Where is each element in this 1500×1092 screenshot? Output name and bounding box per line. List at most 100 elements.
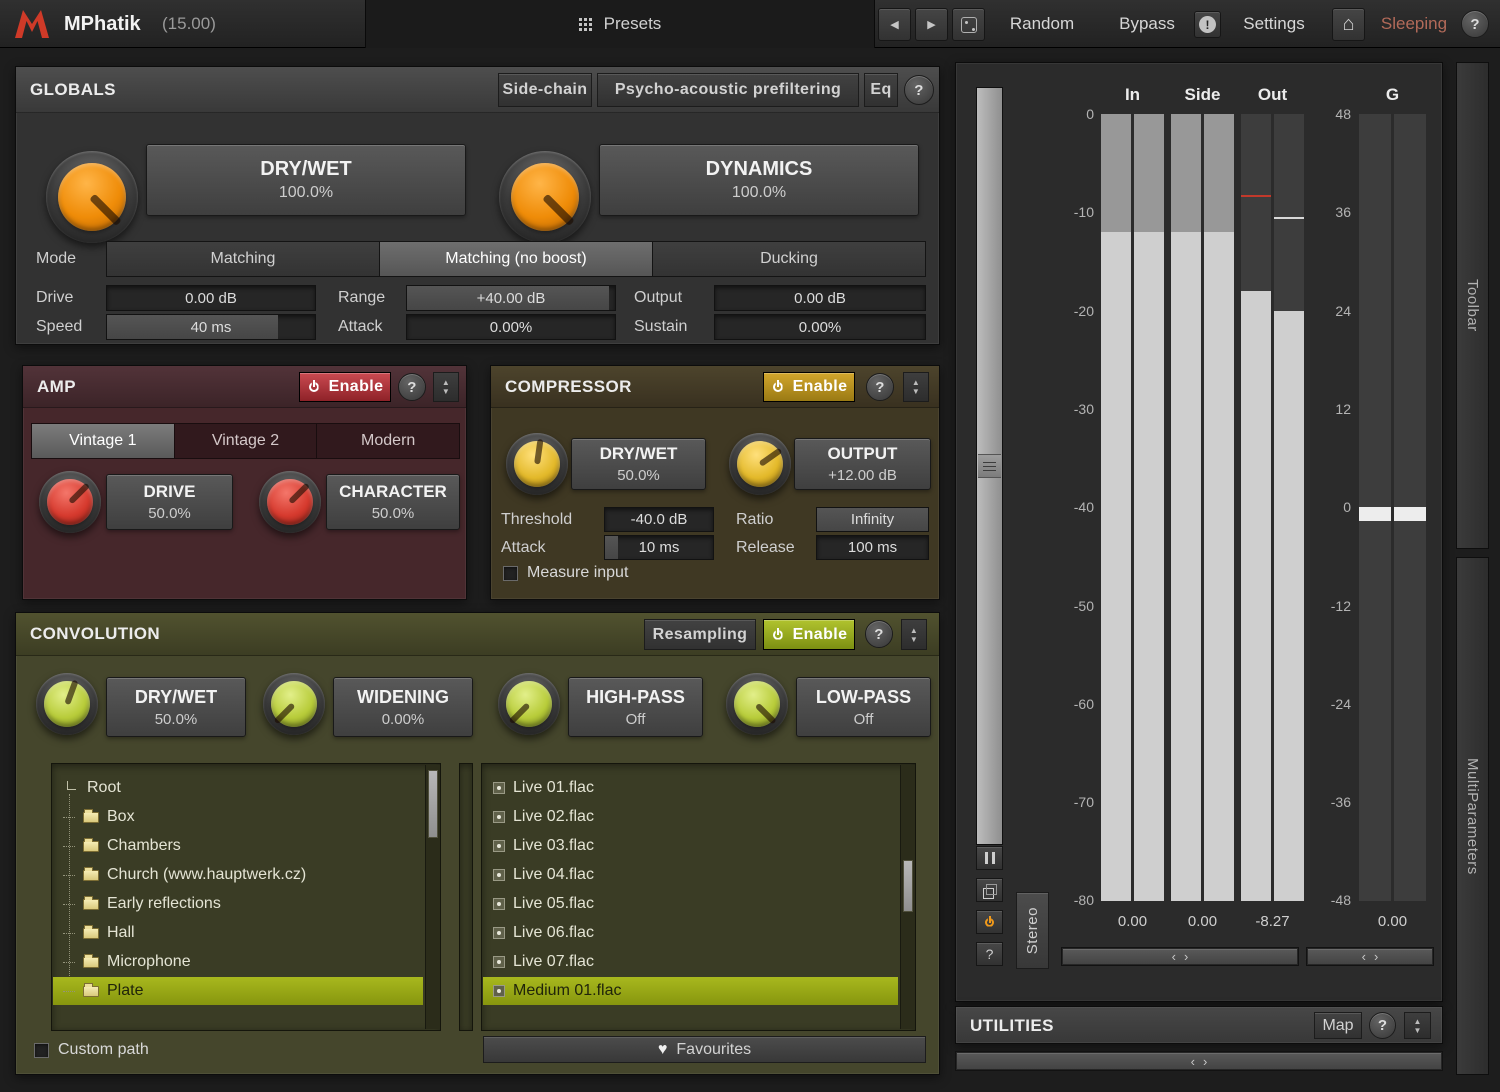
highpass-knob[interactable] <box>498 673 560 735</box>
compressor-drywet-knob[interactable] <box>506 433 568 495</box>
threshold-value[interactable]: -40.0 dB <box>604 507 714 532</box>
utilities-help-button[interactable]: ? <box>1369 1012 1396 1039</box>
comp-attack-value[interactable]: 10 ms <box>604 535 714 560</box>
psycho-acoustic-button[interactable]: Psycho-acoustic prefiltering <box>597 73 859 107</box>
tab-vintage-2[interactable]: Vintage 2 <box>175 424 318 458</box>
meter-power-button[interactable] <box>976 910 1003 934</box>
toolbar-strip[interactable]: Toolbar <box>1456 62 1489 549</box>
amp-enable-button[interactable]: Enable <box>299 372 391 402</box>
tree-scrollbar-thumb[interactable] <box>428 770 438 838</box>
attack-value[interactable]: 0.00% <box>406 314 616 340</box>
meter-popup-button[interactable] <box>976 878 1003 902</box>
tab-modern[interactable]: Modern <box>317 424 459 458</box>
tree-scrollbar[interactable] <box>425 765 440 1029</box>
mode-matching-no-boost[interactable]: Matching (no boost) <box>380 242 653 276</box>
eq-button[interactable]: Eq <box>864 73 898 107</box>
file-item-live-03[interactable]: Live 03.flac <box>483 832 898 860</box>
gain-h-scrollbar[interactable]: ‹ › <box>1306 947 1434 966</box>
mode-matching[interactable]: Matching <box>107 242 380 276</box>
sustain-value[interactable]: 0.00% <box>714 314 926 340</box>
amp-drive-display[interactable]: DRIVE 50.0% <box>106 474 233 530</box>
file-list-scrollbar-thumb[interactable] <box>903 860 913 912</box>
widening-knob[interactable] <box>263 673 325 735</box>
global-drywet-display[interactable]: DRY/WET 100.0% <box>146 144 466 216</box>
meter-zoom-slider[interactable] <box>976 87 1003 845</box>
drive-value[interactable]: 0.00 dB <box>106 285 316 311</box>
amp-drive-knob[interactable] <box>39 471 101 533</box>
global-drywet-knob[interactable] <box>46 151 138 243</box>
release-value[interactable]: 100 ms <box>816 535 929 560</box>
sleeping-button[interactable]: Sleeping <box>1372 0 1456 48</box>
dynamics-knob[interactable] <box>499 151 591 243</box>
lowpass-display[interactable]: LOW-PASS Off <box>796 677 931 737</box>
meter-pause-button[interactable] <box>976 846 1003 870</box>
list-splitter[interactable] <box>459 763 473 1031</box>
widening-display[interactable]: WIDENING 0.00% <box>333 677 473 737</box>
favourites-button[interactable]: ♥ Favourites <box>483 1036 926 1063</box>
file-item-live-02[interactable]: Live 02.flac <box>483 803 898 831</box>
convolution-presets-spinner[interactable]: ▲ ▼ <box>901 619 927 650</box>
convolution-enable-button[interactable]: Enable <box>763 619 855 650</box>
compressor-enable-button[interactable]: Enable <box>763 372 855 402</box>
file-item-live-01[interactable]: Live 01.flac <box>483 774 898 802</box>
convolution-help-button[interactable]: ? <box>865 620 893 648</box>
custom-path-toggle[interactable]: Custom path <box>34 1041 149 1059</box>
compressor-drywet-display[interactable]: DRY/WET 50.0% <box>571 438 706 490</box>
file-item-live-07[interactable]: Live 07.flac <box>483 948 898 976</box>
tree-item-hall[interactable]: Hall <box>53 919 423 947</box>
mode-ducking[interactable]: Ducking <box>653 242 925 276</box>
tree-item-church[interactable]: Church (www.hauptwerk.cz) <box>53 861 423 889</box>
tree-item-plate[interactable]: Plate <box>53 977 423 1005</box>
presets-button[interactable]: Presets <box>578 14 661 34</box>
measure-input-toggle[interactable]: Measure input <box>503 564 628 582</box>
speed-value[interactable]: 40 ms <box>106 314 316 340</box>
highpass-display[interactable]: HIGH-PASS Off <box>568 677 703 737</box>
utilities-presets-spinner[interactable]: ▲ ▼ <box>1404 1012 1431 1039</box>
randomize-button[interactable] <box>952 8 985 41</box>
conv-drywet-display[interactable]: DRY/WET 50.0% <box>106 677 246 737</box>
compressor-presets-spinner[interactable]: ▲ ▼ <box>903 372 929 402</box>
amp-character-knob[interactable] <box>259 471 321 533</box>
map-button[interactable]: Map <box>1314 1012 1362 1039</box>
help-button[interactable]: ? <box>1461 10 1489 38</box>
amp-presets-spinner[interactable]: ▲ ▼ <box>433 372 459 402</box>
slider-grip[interactable] <box>978 454 1001 478</box>
settings-button[interactable]: Settings <box>1230 0 1318 48</box>
file-item-live-06[interactable]: Live 06.flac <box>483 919 898 947</box>
previous-preset-button[interactable]: ◀ <box>878 8 911 41</box>
file-item-medium-01[interactable]: Medium 01.flac <box>483 977 898 1005</box>
tree-item-early-reflections[interactable]: Early reflections <box>53 890 423 918</box>
custom-path-checkbox[interactable] <box>34 1042 49 1058</box>
ratio-value[interactable]: Infinity <box>816 507 929 532</box>
tree-item-box[interactable]: Box <box>53 803 423 831</box>
meter-help-button[interactable]: ? <box>976 942 1003 966</box>
amp-character-display[interactable]: CHARACTER 50.0% <box>326 474 460 530</box>
lowpass-knob[interactable] <box>726 673 788 735</box>
multiparameters-strip[interactable]: MultiParameters <box>1456 557 1489 1075</box>
random-button[interactable]: Random <box>998 0 1086 48</box>
compressor-output-display[interactable]: OUTPUT +12.00 dB <box>794 438 931 490</box>
tree-item-microphone[interactable]: Microphone <box>53 948 423 976</box>
meter-h-scrollbar[interactable]: ‹ › <box>1061 947 1299 966</box>
measure-input-checkbox[interactable] <box>503 565 518 581</box>
globals-help-button[interactable]: ? <box>904 75 934 105</box>
conv-drywet-knob[interactable] <box>36 673 98 735</box>
tree-item-root[interactable]: Root <box>53 774 423 802</box>
compressor-help-button[interactable]: ? <box>866 373 894 401</box>
compressor-output-knob[interactable] <box>729 433 791 495</box>
file-list-scrollbar[interactable] <box>900 765 915 1029</box>
dynamics-display[interactable]: DYNAMICS 100.0% <box>599 144 919 216</box>
tree-item-chambers[interactable]: Chambers <box>53 832 423 860</box>
sidechain-button[interactable]: Side-chain <box>498 73 592 107</box>
amp-help-button[interactable]: ? <box>398 373 426 401</box>
file-item-live-04[interactable]: Live 04.flac <box>483 861 898 889</box>
tab-vintage-1[interactable]: Vintage 1 <box>32 424 175 458</box>
utilities-scrollbar[interactable]: ‹ › <box>955 1051 1443 1071</box>
output-value[interactable]: 0.00 dB <box>714 285 926 311</box>
bypass-button[interactable]: Bypass <box>1106 0 1188 48</box>
home-button[interactable]: ⌂ <box>1332 8 1365 41</box>
panic-button[interactable]: ! <box>1194 11 1221 38</box>
file-item-live-05[interactable]: Live 05.flac <box>483 890 898 918</box>
stereo-mode-button[interactable]: Stereo <box>1016 892 1049 969</box>
range-value[interactable]: +40.00 dB <box>406 285 616 311</box>
